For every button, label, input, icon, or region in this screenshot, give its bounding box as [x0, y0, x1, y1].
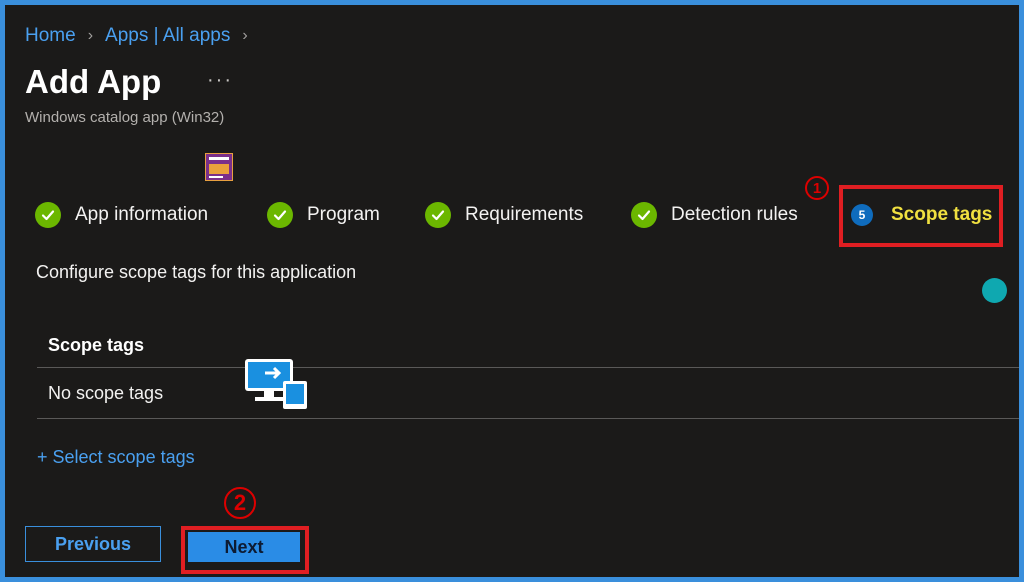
checkmark-icon	[425, 202, 451, 228]
previous-button[interactable]: Previous	[25, 526, 161, 562]
chevron-right-icon: ›	[87, 27, 94, 44]
breadcrumb-all-apps[interactable]: Apps | All apps	[105, 25, 230, 47]
checkmark-icon	[631, 202, 657, 228]
step-detection-rules[interactable]: Detection rules	[631, 200, 798, 230]
more-options-icon[interactable]: ···	[207, 69, 233, 92]
section-description: Configure scope tags for this applicatio…	[36, 262, 357, 282]
next-button[interactable]: Next	[188, 532, 300, 562]
step-label: App information	[75, 204, 209, 225]
scope-tags-table: Scope tags No scope tags	[37, 323, 1019, 419]
step-label: Program	[307, 204, 380, 225]
annotation-marker-2: 2	[224, 487, 256, 519]
step-requirements[interactable]: Requirements	[425, 200, 583, 230]
remote-desktop-icon	[245, 359, 307, 409]
cursor-dot-icon	[982, 278, 1007, 303]
breadcrumb-home[interactable]: Home	[25, 25, 76, 47]
watermark-logo-icon	[205, 153, 233, 181]
select-scope-tags-link[interactable]: + Select scope tags	[37, 447, 195, 468]
step-label: Detection rules	[671, 204, 798, 225]
table-header: Scope tags	[37, 323, 1019, 368]
breadcrumb: Home › Apps | All apps ›	[25, 25, 260, 47]
step-label: Requirements	[465, 204, 584, 225]
checkmark-icon	[35, 202, 61, 228]
page-title: Add App	[25, 63, 162, 100]
step-program[interactable]: Program	[267, 200, 380, 230]
highlight-box-scope-tags	[839, 185, 1003, 247]
step-app-information[interactable]: App information	[35, 200, 208, 230]
add-app-window: Home › Apps | All apps › Add App ··· Win…	[5, 5, 1019, 577]
page-subtitle: Windows catalog app (Win32)	[25, 109, 225, 126]
annotation-marker-1: 1	[805, 176, 829, 200]
chevron-right-icon: ›	[242, 27, 248, 44]
checkmark-icon	[267, 202, 293, 228]
table-row: No scope tags	[37, 368, 1019, 419]
